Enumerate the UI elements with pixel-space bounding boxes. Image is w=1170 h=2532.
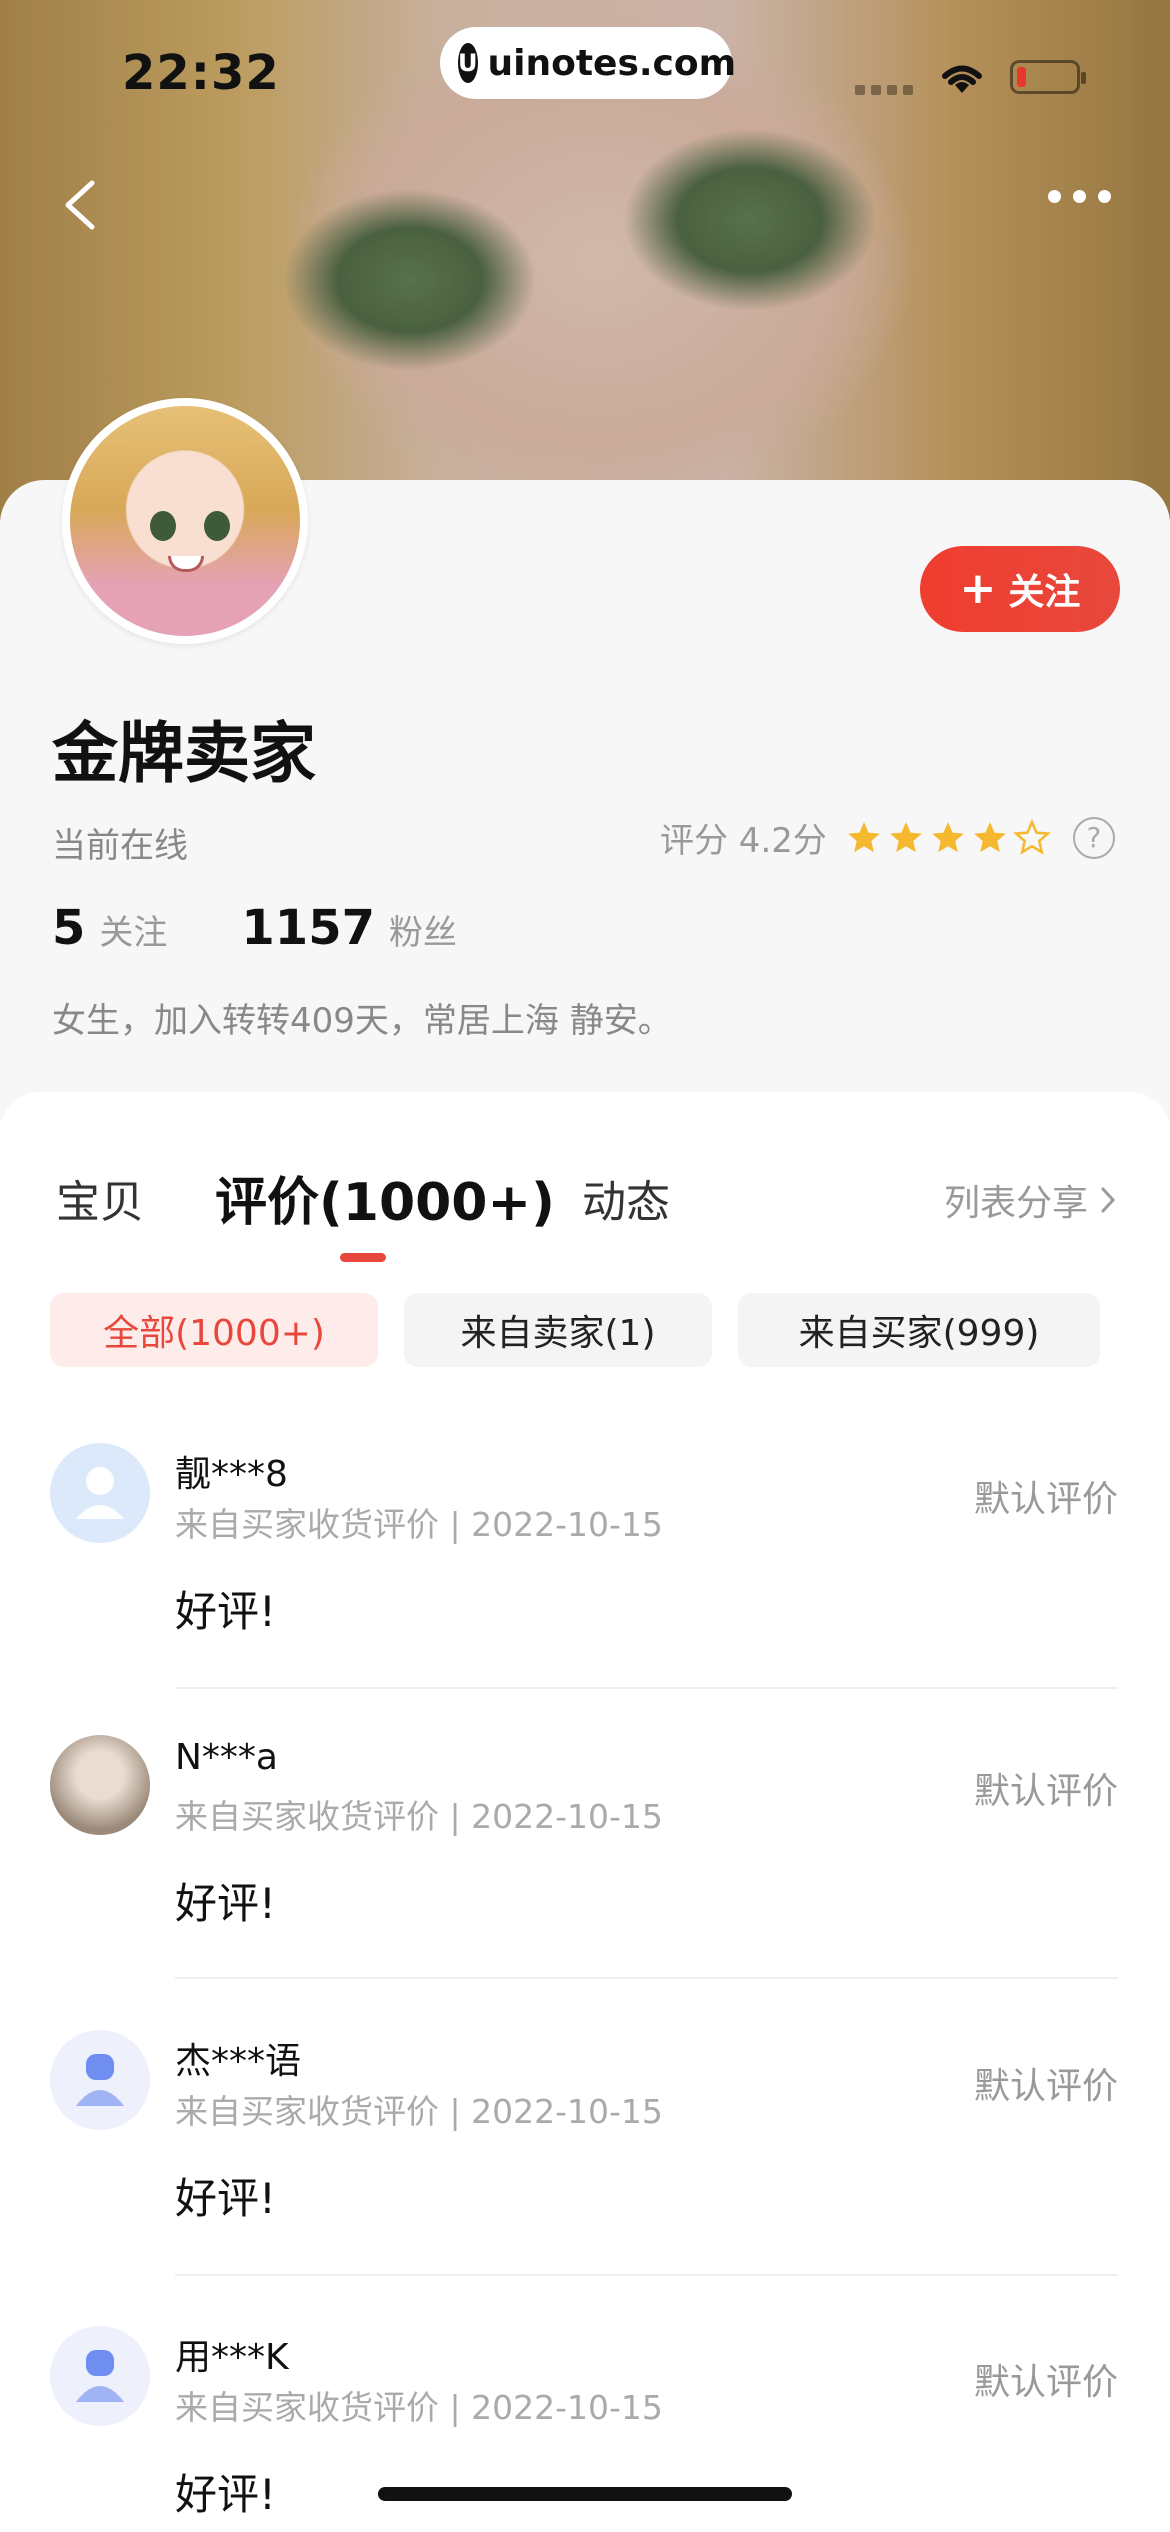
review-meta: 来自买家收货评价 | 2022-10-15	[175, 2388, 663, 2427]
star-filled-icon	[932, 821, 964, 852]
fans-count[interactable]: 1157	[241, 900, 375, 956]
following-count[interactable]: 5	[52, 900, 85, 956]
online-status: 当前在线	[52, 826, 188, 866]
active-tab-indicator	[340, 1253, 386, 1262]
review-tag: 默认评价	[973, 1771, 1118, 1812]
follow-stats: 5 关注 1157 粉丝	[52, 900, 517, 956]
star-filled-icon	[890, 821, 922, 852]
follow-button-label: 关注	[1008, 572, 1081, 613]
review-tag: 默认评价	[973, 2066, 1118, 2107]
tab-items[interactable]: 宝贝	[56, 1166, 144, 1230]
reviewer-name: N***a	[175, 1737, 278, 1778]
divider	[175, 2274, 1118, 2276]
chevron-right-icon	[1101, 1187, 1116, 1213]
url-pill: U uinotes.com	[440, 27, 736, 99]
review-filter-chips: 全部(1000+) 来自卖家(1) 来自买家(999)	[50, 1293, 1100, 1367]
filter-chip-from-seller[interactable]: 来自卖家(1)	[404, 1293, 712, 1367]
default-user-icon	[50, 1443, 150, 1543]
photo-avatar	[50, 1735, 150, 1835]
home-indicator[interactable]	[378, 2487, 792, 2501]
rating-label: 评分 4.2分	[660, 821, 827, 861]
follow-button[interactable]: + 关注	[920, 546, 1120, 632]
seller-rating: 评分 4.2分 ?	[660, 813, 1115, 862]
star-filled-icon	[848, 821, 880, 852]
review-text: 好评!	[175, 1879, 276, 1928]
star-filled-icon	[974, 821, 1006, 852]
reviewer-name: 杰***语	[175, 2041, 302, 2082]
review-meta: 来自买家收货评价 | 2022-10-15	[175, 1505, 663, 1544]
default-user-icon	[50, 2326, 150, 2426]
divider	[175, 1687, 1118, 1689]
tab-reviews[interactable]: 评价(1000+)	[215, 1160, 555, 1235]
reviewer-name: 靓***8	[175, 1454, 288, 1495]
seller-name: 金牌卖家	[52, 715, 316, 792]
battery-icon	[1010, 60, 1086, 94]
review-item[interactable]: N***a 来自买家收货评价 | 2022-10-15 默认评价 好评!	[0, 1732, 1170, 2022]
review-tag: 默认评价	[973, 1479, 1118, 1520]
review-tag: 默认评价	[973, 2362, 1118, 2403]
filter-chip-all[interactable]: 全部(1000+)	[50, 1293, 378, 1367]
star-empty-icon	[1012, 818, 1051, 855]
seller-avatar[interactable]	[62, 398, 308, 644]
list-share-button[interactable]: 列表分享	[944, 1174, 1118, 1226]
filter-chip-from-buyer[interactable]: 来自买家(999)	[738, 1293, 1100, 1367]
review-text: 好评!	[175, 1587, 276, 1636]
reviewer-name: 用***K	[175, 2337, 289, 2378]
review-text: 好评!	[175, 2470, 276, 2519]
rating-stars	[845, 818, 1051, 857]
default-user-icon	[50, 2030, 150, 2130]
tab-activity[interactable]: 动态	[582, 1166, 670, 1230]
site-logo-icon: U	[458, 43, 478, 83]
wifi-icon	[942, 65, 982, 93]
review-item[interactable]: 杰***语 来自买家收货评价 | 2022-10-15 默认评价 好评!	[0, 2027, 1170, 2317]
following-label[interactable]: 关注	[99, 905, 167, 954]
review-item[interactable]: 靓***8 来自买家收货评价 | 2022-10-15 默认评价 好评!	[0, 1440, 1170, 1730]
review-meta: 来自买家收货评价 | 2022-10-15	[175, 1797, 663, 1836]
help-question-icon[interactable]: ?	[1072, 816, 1115, 859]
more-options-icon[interactable]	[1048, 190, 1111, 203]
plus-icon: +	[959, 563, 997, 614]
review-meta: 来自买家收货评价 | 2022-10-15	[175, 2092, 663, 2131]
review-text: 好评!	[175, 2174, 276, 2223]
divider	[175, 1977, 1118, 1979]
cellular-signal-icon	[855, 85, 913, 95]
back-arrow-icon[interactable]	[52, 175, 112, 235]
status-time: 22:32	[122, 45, 280, 101]
list-share-label: 列表分享	[943, 1183, 1088, 1224]
seller-bio: 女生，加入转转409天，常居上海 静安。	[52, 1001, 672, 1041]
fans-label[interactable]: 粉丝	[389, 905, 457, 954]
url-text: uinotes.com	[487, 42, 737, 84]
